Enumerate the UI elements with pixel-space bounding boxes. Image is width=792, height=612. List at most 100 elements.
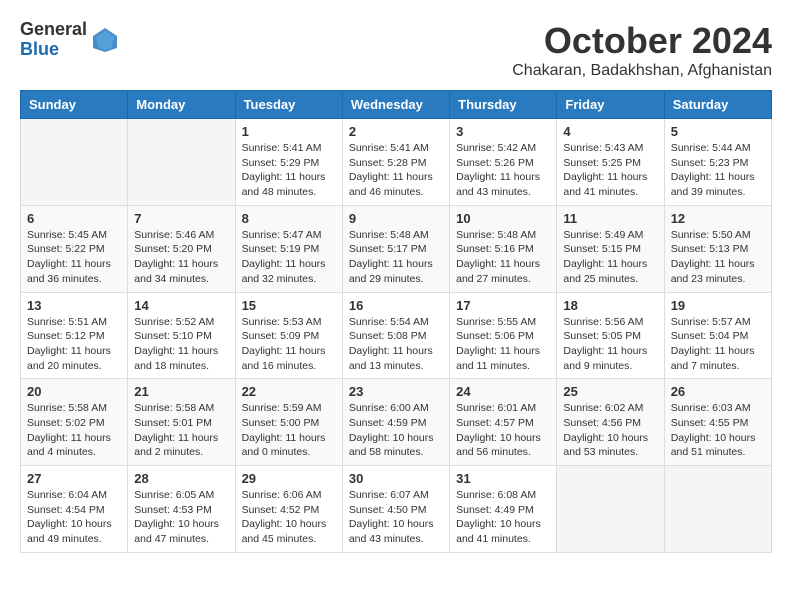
day-info: Sunrise: 5:41 AMSunset: 5:29 PMDaylight:… [242,141,336,200]
calendar-day-cell: 30 Sunrise: 6:07 AMSunset: 4:50 PMDayligh… [342,466,449,553]
day-number: 2 [349,124,443,139]
calendar-day-cell: 15 Sunrise: 5:53 AMSunset: 5:09 PMDayligh… [235,292,342,379]
calendar-day-cell: 18 Sunrise: 5:56 AMSunset: 5:05 PMDayligh… [557,292,664,379]
calendar-day-cell: 4Sunrise: 5:43 AMSunset: 5:25 PMDaylight… [557,119,664,206]
calendar-day-cell: 11 Sunrise: 5:49 AMSunset: 5:15 PMDayligh… [557,205,664,292]
calendar-day-cell: 1 Sunrise: 5:41 AMSunset: 5:29 PMDaylight… [235,119,342,206]
calendar-week-row: 13 Sunrise: 5:51 AMSunset: 5:12 PMDayligh… [21,292,772,379]
day-info: Sunrise: 5:58 AMSunset: 5:02 PMDaylight:… [27,401,121,460]
day-info: Sunrise: 6:05 AMSunset: 4:53 PMDaylight:… [134,488,228,547]
day-number: 20 [27,384,121,399]
calendar-day-cell: 22 Sunrise: 5:59 AMSunset: 5:00 PMDayligh… [235,379,342,466]
title-area: October 2024 Chakaran, Badakhshan, Afgha… [512,20,772,80]
calendar-day-cell: 2 Sunrise: 5:41 AMSunset: 5:28 PMDaylight… [342,119,449,206]
day-info: Sunrise: 6:03 AMSunset: 4:55 PMDaylight:… [671,401,765,460]
calendar-day-cell: 12 Sunrise: 5:50 AMSunset: 5:13 PMDayligh… [664,205,771,292]
day-number: 14 [134,298,228,313]
calendar-day-cell: 5 Sunrise: 5:44 AMSunset: 5:23 PMDaylight… [664,119,771,206]
day-number: 8 [242,211,336,226]
day-number: 30 [349,471,443,486]
calendar-week-row: 20 Sunrise: 5:58 AMSunset: 5:02 PMDayligh… [21,379,772,466]
day-number: 1 [242,124,336,139]
day-number: 19 [671,298,765,313]
calendar-day-header: Monday [128,91,235,119]
logo-icon [91,26,119,54]
day-info: Sunrise: 6:01 AMSunset: 4:57 PMDaylight:… [456,401,550,460]
calendar-day-cell: 14 Sunrise: 5:52 AMSunset: 5:10 PMDayligh… [128,292,235,379]
day-info: Sunrise: 5:59 AMSunset: 5:00 PMDaylight:… [242,401,336,460]
calendar-day-cell: 29 Sunrise: 6:06 AMSunset: 4:52 PMDayligh… [235,466,342,553]
calendar-day-header: Sunday [21,91,128,119]
day-info: Sunrise: 5:55 AMSunset: 5:06 PMDaylight:… [456,315,550,374]
calendar-day-header: Wednesday [342,91,449,119]
day-info: Sunrise: 5:47 AMSunset: 5:19 PMDaylight:… [242,228,336,287]
day-number: 10 [456,211,550,226]
day-number: 28 [134,471,228,486]
day-number: 25 [563,384,657,399]
day-number: 5 [671,124,765,139]
calendar-day-cell: 9 Sunrise: 5:48 AMSunset: 5:17 PMDaylight… [342,205,449,292]
day-number: 9 [349,211,443,226]
calendar-table: SundayMondayTuesdayWednesdayThursdayFrid… [20,90,772,553]
calendar-day-cell: 8 Sunrise: 5:47 AMSunset: 5:19 PMDaylight… [235,205,342,292]
calendar-day-cell: 16Sunrise: 5:54 AMSunset: 5:08 PMDayligh… [342,292,449,379]
day-number: 24 [456,384,550,399]
day-info: Sunrise: 5:57 AMSunset: 5:04 PMDaylight:… [671,315,765,374]
day-info: Sunrise: 6:08 AMSunset: 4:49 PMDaylight:… [456,488,550,547]
day-info: Sunrise: 5:50 AMSunset: 5:13 PMDaylight:… [671,228,765,287]
day-number: 4 [563,124,657,139]
page-header: General Blue October 2024 Chakaran, Bada… [20,20,772,80]
day-info: Sunrise: 5:45 AMSunset: 5:22 PMDaylight:… [27,228,121,287]
day-number: 7 [134,211,228,226]
calendar-day-cell [21,119,128,206]
day-number: 12 [671,211,765,226]
calendar-day-header: Friday [557,91,664,119]
day-info: Sunrise: 5:48 AMSunset: 5:17 PMDaylight:… [349,228,443,287]
calendar-week-row: 27 Sunrise: 6:04 AMSunset: 4:54 PMDayligh… [21,466,772,553]
day-number: 13 [27,298,121,313]
logo-general: General [20,20,87,40]
day-info: Sunrise: 6:04 AMSunset: 4:54 PMDaylight:… [27,488,121,547]
day-number: 11 [563,211,657,226]
calendar-day-cell: 3Sunrise: 5:42 AMSunset: 5:26 PMDaylight… [450,119,557,206]
calendar-day-cell: 23Sunrise: 6:00 AMSunset: 4:59 PMDayligh… [342,379,449,466]
day-info: Sunrise: 5:49 AMSunset: 5:15 PMDaylight:… [563,228,657,287]
day-info: Sunrise: 5:41 AMSunset: 5:28 PMDaylight:… [349,141,443,200]
calendar-day-cell [557,466,664,553]
day-number: 15 [242,298,336,313]
day-info: Sunrise: 5:53 AMSunset: 5:09 PMDaylight:… [242,315,336,374]
calendar-day-cell: 21 Sunrise: 5:58 AMSunset: 5:01 PMDayligh… [128,379,235,466]
day-number: 17 [456,298,550,313]
calendar-day-cell [128,119,235,206]
calendar-day-cell: 19 Sunrise: 5:57 AMSunset: 5:04 PMDayligh… [664,292,771,379]
day-info: Sunrise: 5:42 AMSunset: 5:26 PMDaylight:… [456,141,550,200]
day-number: 26 [671,384,765,399]
calendar-day-cell: 28 Sunrise: 6:05 AMSunset: 4:53 PMDayligh… [128,466,235,553]
day-info: Sunrise: 6:07 AMSunset: 4:50 PMDaylight:… [349,488,443,547]
calendar-day-cell: 31Sunrise: 6:08 AMSunset: 4:49 PMDayligh… [450,466,557,553]
calendar-week-row: 6 Sunrise: 5:45 AMSunset: 5:22 PMDaylight… [21,205,772,292]
logo-blue: Blue [20,40,87,60]
calendar-day-cell: 6 Sunrise: 5:45 AMSunset: 5:22 PMDaylight… [21,205,128,292]
calendar-day-header: Thursday [450,91,557,119]
location-title: Chakaran, Badakhshan, Afghanistan [512,62,772,80]
day-info: Sunrise: 5:58 AMSunset: 5:01 PMDaylight:… [134,401,228,460]
calendar-day-cell: 25Sunrise: 6:02 AMSunset: 4:56 PMDayligh… [557,379,664,466]
calendar-day-cell: 26 Sunrise: 6:03 AMSunset: 4:55 PMDayligh… [664,379,771,466]
day-number: 29 [242,471,336,486]
day-info: Sunrise: 5:51 AMSunset: 5:12 PMDaylight:… [27,315,121,374]
day-number: 16 [349,298,443,313]
calendar-header-row: SundayMondayTuesdayWednesdayThursdayFrid… [21,91,772,119]
day-number: 18 [563,298,657,313]
calendar-week-row: 1 Sunrise: 5:41 AMSunset: 5:29 PMDaylight… [21,119,772,206]
day-info: Sunrise: 5:56 AMSunset: 5:05 PMDaylight:… [563,315,657,374]
day-number: 22 [242,384,336,399]
day-number: 21 [134,384,228,399]
day-info: Sunrise: 6:00 AMSunset: 4:59 PMDaylight:… [349,401,443,460]
day-number: 6 [27,211,121,226]
day-info: Sunrise: 6:06 AMSunset: 4:52 PMDaylight:… [242,488,336,547]
day-info: Sunrise: 5:44 AMSunset: 5:23 PMDaylight:… [671,141,765,200]
day-info: Sunrise: 5:52 AMSunset: 5:10 PMDaylight:… [134,315,228,374]
day-number: 27 [27,471,121,486]
calendar-day-cell: 7Sunrise: 5:46 AMSunset: 5:20 PMDaylight… [128,205,235,292]
